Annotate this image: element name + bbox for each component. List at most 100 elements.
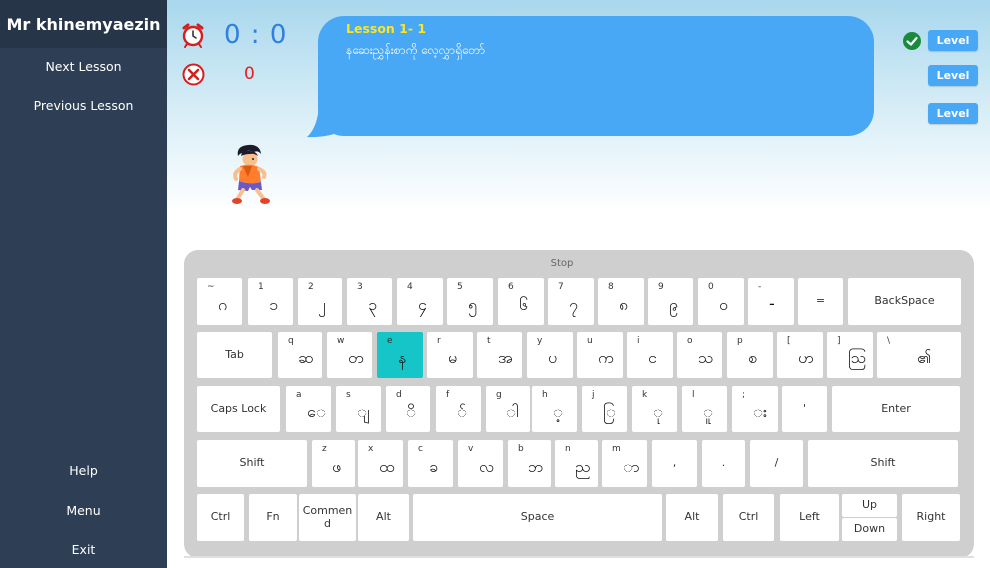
key-d[interactable]: dိ	[386, 386, 430, 432]
key-s[interactable]: sျ	[336, 386, 381, 432]
key-fn[interactable]: Fn	[249, 494, 297, 541]
key-myanmar-label: ဆ	[298, 348, 314, 367]
key-6[interactable]: 6၆	[498, 278, 544, 325]
key-period[interactable]: .	[702, 440, 745, 487]
key-equals[interactable]: =	[798, 278, 843, 325]
key-c[interactable]: cခ	[408, 440, 453, 487]
key-7[interactable]: 7၇	[548, 278, 594, 325]
key-english-label: o	[687, 336, 693, 346]
key-label: Ctrl	[210, 510, 231, 524]
key-caps-lock[interactable]: Caps Lock	[197, 386, 280, 432]
key-b[interactable]: bဘ	[508, 440, 551, 487]
key-4[interactable]: 4၄	[397, 278, 443, 325]
key-r[interactable]: rမ	[427, 332, 473, 378]
level-button-3[interactable]: Level	[928, 103, 978, 124]
key-t[interactable]: tအ	[477, 332, 522, 378]
key-u[interactable]: uက	[577, 332, 623, 378]
key-rbracket[interactable]: ] ဩ	[827, 332, 873, 378]
key-1[interactable]: 1၁	[248, 278, 293, 325]
key-english-label: d	[396, 390, 402, 400]
key-y[interactable]: yပ	[527, 332, 573, 378]
key-ctrl[interactable]: Ctrl	[723, 494, 774, 541]
key-semicolon[interactable]: ;း	[732, 386, 778, 432]
next-lesson-button[interactable]: Next Lesson	[0, 59, 167, 74]
key-up[interactable]: Up	[842, 494, 897, 517]
key-2[interactable]: 2၂	[298, 278, 342, 325]
key-myanmar-label: ေ	[307, 402, 326, 421]
key-english-label: q	[288, 336, 294, 346]
key-myanmar-label: ါ	[506, 402, 519, 421]
key-myanmar-label: ထ	[379, 457, 395, 476]
key-shift[interactable]: Shift	[197, 440, 307, 487]
key-ctrl[interactable]: Ctrl	[197, 494, 244, 541]
key-tab[interactable]: Tab	[197, 332, 272, 378]
key-comma[interactable]: ,	[652, 440, 697, 487]
key-backspace[interactable]: BackSpace	[848, 278, 961, 325]
previous-lesson-button[interactable]: Previous Lesson	[0, 98, 167, 113]
key-shift[interactable]: Shift	[808, 440, 958, 487]
key-q[interactable]: qဆ	[278, 332, 322, 378]
key-o[interactable]: oသ	[677, 332, 722, 378]
key-myanmar-label: ျ	[357, 402, 370, 421]
key-3[interactable]: 3၃	[347, 278, 392, 325]
key-w[interactable]: wတ	[327, 332, 372, 378]
key-l[interactable]: lူ	[682, 386, 727, 432]
key-slash[interactable]: /	[750, 440, 803, 487]
key-f[interactable]: f်	[436, 386, 481, 432]
key-0[interactable]: 0၀	[698, 278, 744, 325]
lesson-text: နဆေးညွှန်းစာကို လေ့လွှာရှိတော်	[346, 43, 485, 57]
key-alt[interactable]: Alt	[358, 494, 409, 541]
check-icon	[903, 32, 921, 54]
key-quote[interactable]: '	[782, 386, 827, 432]
help-button[interactable]: Help	[0, 463, 167, 478]
key-english-label: 1	[258, 282, 264, 292]
key-english-label: g	[496, 390, 502, 400]
level-button-2[interactable]: Level	[928, 65, 978, 86]
exit-button[interactable]: Exit	[0, 542, 167, 557]
key-myanmar-label: က	[598, 348, 614, 367]
key-tilde[interactable]: ~ ဂ	[197, 278, 242, 325]
key-down[interactable]: Down	[842, 518, 897, 541]
key-a[interactable]: aေ	[286, 386, 331, 432]
key-myanmar-label: ၆	[519, 295, 528, 314]
key-n[interactable]: nည	[555, 440, 598, 487]
key-label: '	[802, 401, 807, 415]
key-commend[interactable]: Commend	[299, 494, 356, 541]
key-english-label: 7	[558, 282, 564, 292]
key-e[interactable]: eန	[377, 332, 423, 378]
key-enter[interactable]: Enter	[832, 386, 960, 432]
key-backslash[interactable]: \ ၏	[877, 332, 961, 378]
key-right[interactable]: Right	[902, 494, 960, 541]
key-m[interactable]: mာ	[602, 440, 647, 487]
key-5[interactable]: 5၅	[447, 278, 493, 325]
key-p[interactable]: pစ	[727, 332, 773, 378]
key-h[interactable]: h့	[532, 386, 577, 432]
key-space[interactable]: Space	[413, 494, 662, 541]
key-i[interactable]: iင	[627, 332, 673, 378]
key-label: Fn	[266, 510, 280, 524]
key-english-label: p	[737, 336, 743, 346]
key-alt[interactable]: Alt	[666, 494, 718, 541]
key-lbracket[interactable]: [ဟ	[777, 332, 823, 378]
user-name-title: Mr khinemyaezin	[0, 0, 167, 48]
key-english-label: m	[612, 444, 621, 454]
key-j[interactable]: jြ	[582, 386, 627, 432]
key-8[interactable]: 8၈	[598, 278, 644, 325]
key-z[interactable]: zဖ	[312, 440, 355, 487]
key-label: Shift	[870, 456, 896, 470]
key-minus[interactable]: --	[748, 278, 794, 325]
menu-button[interactable]: Menu	[0, 503, 167, 518]
key-k[interactable]: kု	[632, 386, 677, 432]
key-left[interactable]: Left	[780, 494, 839, 541]
level-button-1[interactable]: Level	[928, 30, 978, 51]
key-9[interactable]: 9၉	[648, 278, 693, 325]
key-label: /	[774, 456, 779, 470]
key-v[interactable]: vလ	[458, 440, 503, 487]
key-label: Alt	[376, 510, 391, 524]
stop-button[interactable]: Stop	[540, 258, 584, 269]
key-x[interactable]: xထ	[358, 440, 403, 487]
key-myanmar-label: ပ	[548, 348, 558, 367]
key-g[interactable]: gါ	[486, 386, 530, 432]
key-english-label: f	[446, 390, 450, 400]
key-english-label: \	[887, 336, 891, 346]
